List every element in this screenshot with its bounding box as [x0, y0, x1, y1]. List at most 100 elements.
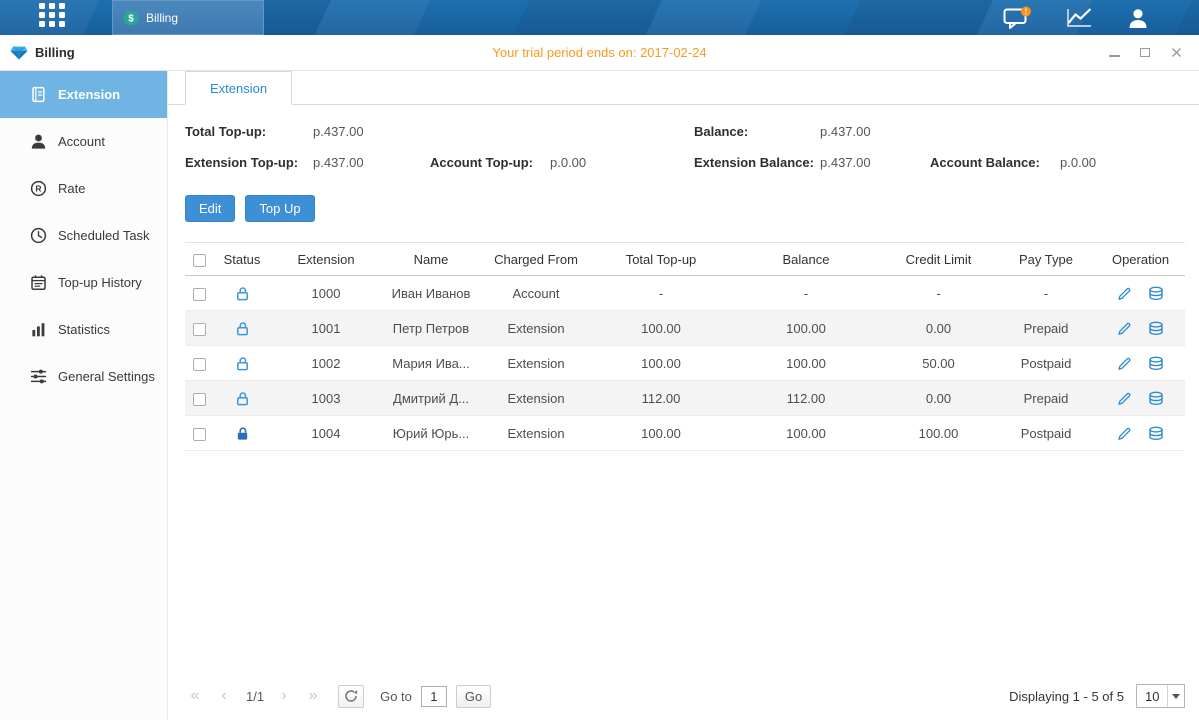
cell-name: Дмитрий Д...	[381, 381, 481, 416]
extension-balance-label: Extension Balance:	[694, 155, 814, 170]
col-name: Name	[381, 243, 481, 276]
col-extension: Extension	[271, 243, 381, 276]
action-buttons: Edit Top Up	[185, 195, 1185, 222]
window-title: Billing	[35, 45, 75, 60]
close-button[interactable]	[1169, 46, 1183, 60]
row-checkbox[interactable]	[193, 428, 206, 441]
rate-icon: R	[30, 180, 47, 197]
cell-pay-type: -	[996, 276, 1096, 311]
total-topup-value: p.437.00	[313, 124, 364, 139]
cell-pay-type: Postpaid	[996, 416, 1096, 451]
cell-extension: 1002	[271, 346, 381, 381]
status-lock-icon[interactable]	[235, 356, 250, 371]
balance-value: p.437.00	[820, 124, 871, 139]
edit-row-icon[interactable]	[1117, 321, 1132, 336]
row-topup-icon[interactable]	[1148, 321, 1164, 336]
cell-balance: 100.00	[731, 311, 881, 346]
sidebar-item-label: Top-up History	[58, 275, 142, 290]
calendar-history-icon	[30, 274, 47, 291]
window-controls	[1107, 46, 1183, 60]
col-total-topup: Total Top-up	[591, 243, 731, 276]
svg-text:R: R	[35, 184, 41, 194]
cell-total-topup: 100.00	[591, 416, 731, 451]
first-page-button[interactable]: «	[185, 684, 205, 708]
tabstrip: Extension	[168, 71, 1199, 105]
messages-icon[interactable]: !	[1003, 6, 1032, 30]
top-up-button[interactable]: Top Up	[245, 195, 314, 222]
billing-logo-icon	[10, 45, 28, 61]
page-size-select[interactable]: 10	[1136, 684, 1185, 708]
extension-table: Status Extension Name Charged From Total…	[185, 242, 1185, 451]
edit-row-icon[interactable]	[1117, 426, 1132, 441]
minimize-button[interactable]	[1107, 46, 1121, 60]
status-lock-icon[interactable]	[235, 426, 250, 441]
sidebar-item-label: Rate	[58, 181, 85, 196]
sidebar-item-extension[interactable]: Extension	[0, 71, 167, 118]
col-credit-limit: Credit Limit	[881, 243, 996, 276]
last-page-button[interactable]: »	[303, 684, 323, 708]
row-topup-icon[interactable]	[1148, 356, 1164, 371]
next-page-button[interactable]: ›	[274, 684, 294, 708]
prev-page-button[interactable]: ‹	[214, 684, 234, 708]
col-status: Status	[213, 243, 271, 276]
table-row: 1001 Петр Петров Extension 100.00 100.00…	[185, 311, 1185, 346]
sidebar-item-scheduled-task[interactable]: Scheduled Task	[0, 212, 167, 259]
cell-credit-limit: -	[881, 276, 996, 311]
cell-total-topup: 100.00	[591, 346, 731, 381]
trial-notice: Your trial period ends on: 2017-02-24	[0, 45, 1199, 60]
cell-pay-type: Prepaid	[996, 381, 1096, 416]
account-topup-label: Account Top-up:	[430, 155, 533, 170]
row-topup-icon[interactable]	[1148, 391, 1164, 406]
status-lock-icon[interactable]	[235, 321, 250, 336]
cell-balance: 100.00	[731, 416, 881, 451]
displaying-info: Displaying 1 - 5 of 5	[1009, 689, 1124, 704]
cell-extension: 1000	[271, 276, 381, 311]
svg-text:!: !	[1025, 7, 1028, 16]
go-button[interactable]: Go	[456, 685, 491, 708]
tab-extension[interactable]: Extension	[185, 71, 292, 105]
row-topup-icon[interactable]	[1148, 286, 1164, 301]
edit-row-icon[interactable]	[1117, 356, 1132, 371]
status-lock-icon[interactable]	[235, 391, 250, 406]
taskbar-billing-tab[interactable]: $ Billing	[112, 0, 264, 35]
cell-extension: 1004	[271, 416, 381, 451]
maximize-button[interactable]	[1138, 46, 1152, 60]
row-checkbox[interactable]	[193, 323, 206, 336]
user-account-icon[interactable]	[1127, 7, 1149, 29]
taskbar-tab-label: Billing	[146, 11, 178, 25]
cell-pay-type: Postpaid	[996, 346, 1096, 381]
row-checkbox[interactable]	[193, 393, 206, 406]
sidebar-item-label: Extension	[58, 87, 120, 102]
sidebar-item-topup-history[interactable]: Top-up History	[0, 259, 167, 306]
extension-balance-value: p.437.00	[820, 155, 871, 170]
billing-coin-icon: $	[123, 10, 139, 26]
col-charged-from: Charged From	[481, 243, 591, 276]
select-all-checkbox[interactable]	[193, 254, 206, 267]
sidebar-item-account[interactable]: Account	[0, 118, 167, 165]
refresh-button[interactable]	[338, 685, 364, 708]
row-topup-icon[interactable]	[1148, 426, 1164, 441]
sliders-icon	[30, 368, 47, 385]
account-balance-value: p.0.00	[1060, 155, 1096, 170]
row-checkbox[interactable]	[193, 288, 206, 301]
edit-button[interactable]: Edit	[185, 195, 235, 222]
sidebar-item-general-settings[interactable]: General Settings	[0, 353, 167, 400]
sidebar-item-rate[interactable]: R Rate	[0, 165, 167, 212]
cell-name: Юрий Юрь...	[381, 416, 481, 451]
edit-row-icon[interactable]	[1117, 286, 1132, 301]
apps-grid-icon[interactable]	[38, 2, 66, 33]
cell-pay-type: Prepaid	[996, 311, 1096, 346]
resource-monitor-icon[interactable]	[1066, 7, 1093, 28]
summary-row-2: Extension Top-up: p.437.00 Account Top-u…	[185, 148, 1185, 179]
cell-charged-from: Extension	[481, 346, 591, 381]
goto-page-input[interactable]	[421, 686, 447, 707]
cell-credit-limit: 0.00	[881, 311, 996, 346]
clock-icon	[30, 227, 47, 244]
window-titlebar: Billing Your trial period ends on: 2017-…	[0, 35, 1199, 71]
cell-name: Иван Иванов	[381, 276, 481, 311]
row-checkbox[interactable]	[193, 358, 206, 371]
sidebar-item-statistics[interactable]: Statistics	[0, 306, 167, 353]
status-lock-icon[interactable]	[235, 286, 250, 301]
col-pay-type: Pay Type	[996, 243, 1096, 276]
edit-row-icon[interactable]	[1117, 391, 1132, 406]
